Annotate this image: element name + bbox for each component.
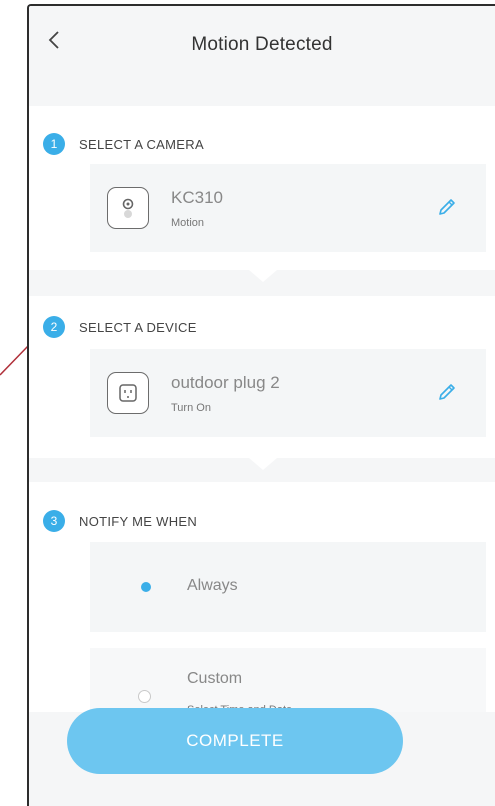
step-number-badge: 2 bbox=[43, 316, 65, 338]
device-name: outdoor plug 2 bbox=[171, 372, 280, 392]
camera-icon bbox=[107, 187, 149, 229]
flow-arrow bbox=[249, 458, 277, 470]
option-label: Custom bbox=[187, 670, 243, 687]
edit-pencil-icon[interactable] bbox=[436, 381, 458, 403]
smart-plug-icon bbox=[107, 372, 149, 414]
complete-button[interactable]: COMPLETE bbox=[67, 708, 403, 774]
camera-trigger: Motion bbox=[171, 216, 205, 229]
device-action: Turn On bbox=[171, 401, 211, 414]
step-header: 2 SELECT A DEVICE bbox=[43, 316, 197, 338]
flow-arrow bbox=[249, 270, 277, 282]
radio-unselected-icon[interactable] bbox=[138, 690, 151, 703]
step-label: NOTIFY ME WHEN bbox=[79, 513, 198, 529]
step-header: 1 SELECT A CAMERA bbox=[43, 133, 204, 155]
option-label: Always bbox=[187, 577, 238, 594]
edit-pencil-icon[interactable] bbox=[436, 196, 458, 218]
step-number-badge: 1 bbox=[43, 133, 65, 155]
step-label: SELECT A DEVICE bbox=[79, 319, 197, 335]
step-select-camera: 1 SELECT A CAMERA KC310 Motion bbox=[29, 106, 495, 270]
camera-card[interactable]: KC310 Motion bbox=[90, 164, 486, 252]
page-title: Motion Detected bbox=[191, 34, 333, 55]
step-select-device: 2 SELECT A DEVICE outdoor plug 2 Turn On bbox=[29, 296, 495, 458]
step-number-badge: 3 bbox=[43, 510, 65, 532]
camera-name: KC310 bbox=[171, 187, 223, 207]
step-header: 3 NOTIFY ME WHEN bbox=[43, 510, 197, 532]
phone-screen: Motion Detected 1 SELECT A CAMERA KC310 … bbox=[27, 4, 495, 806]
radio-selected-icon[interactable] bbox=[141, 582, 151, 592]
step-label: SELECT A CAMERA bbox=[79, 136, 204, 152]
header: Motion Detected bbox=[29, 6, 495, 92]
notify-option-always[interactable]: Always bbox=[90, 542, 486, 632]
device-card[interactable]: outdoor plug 2 Turn On bbox=[90, 349, 486, 437]
